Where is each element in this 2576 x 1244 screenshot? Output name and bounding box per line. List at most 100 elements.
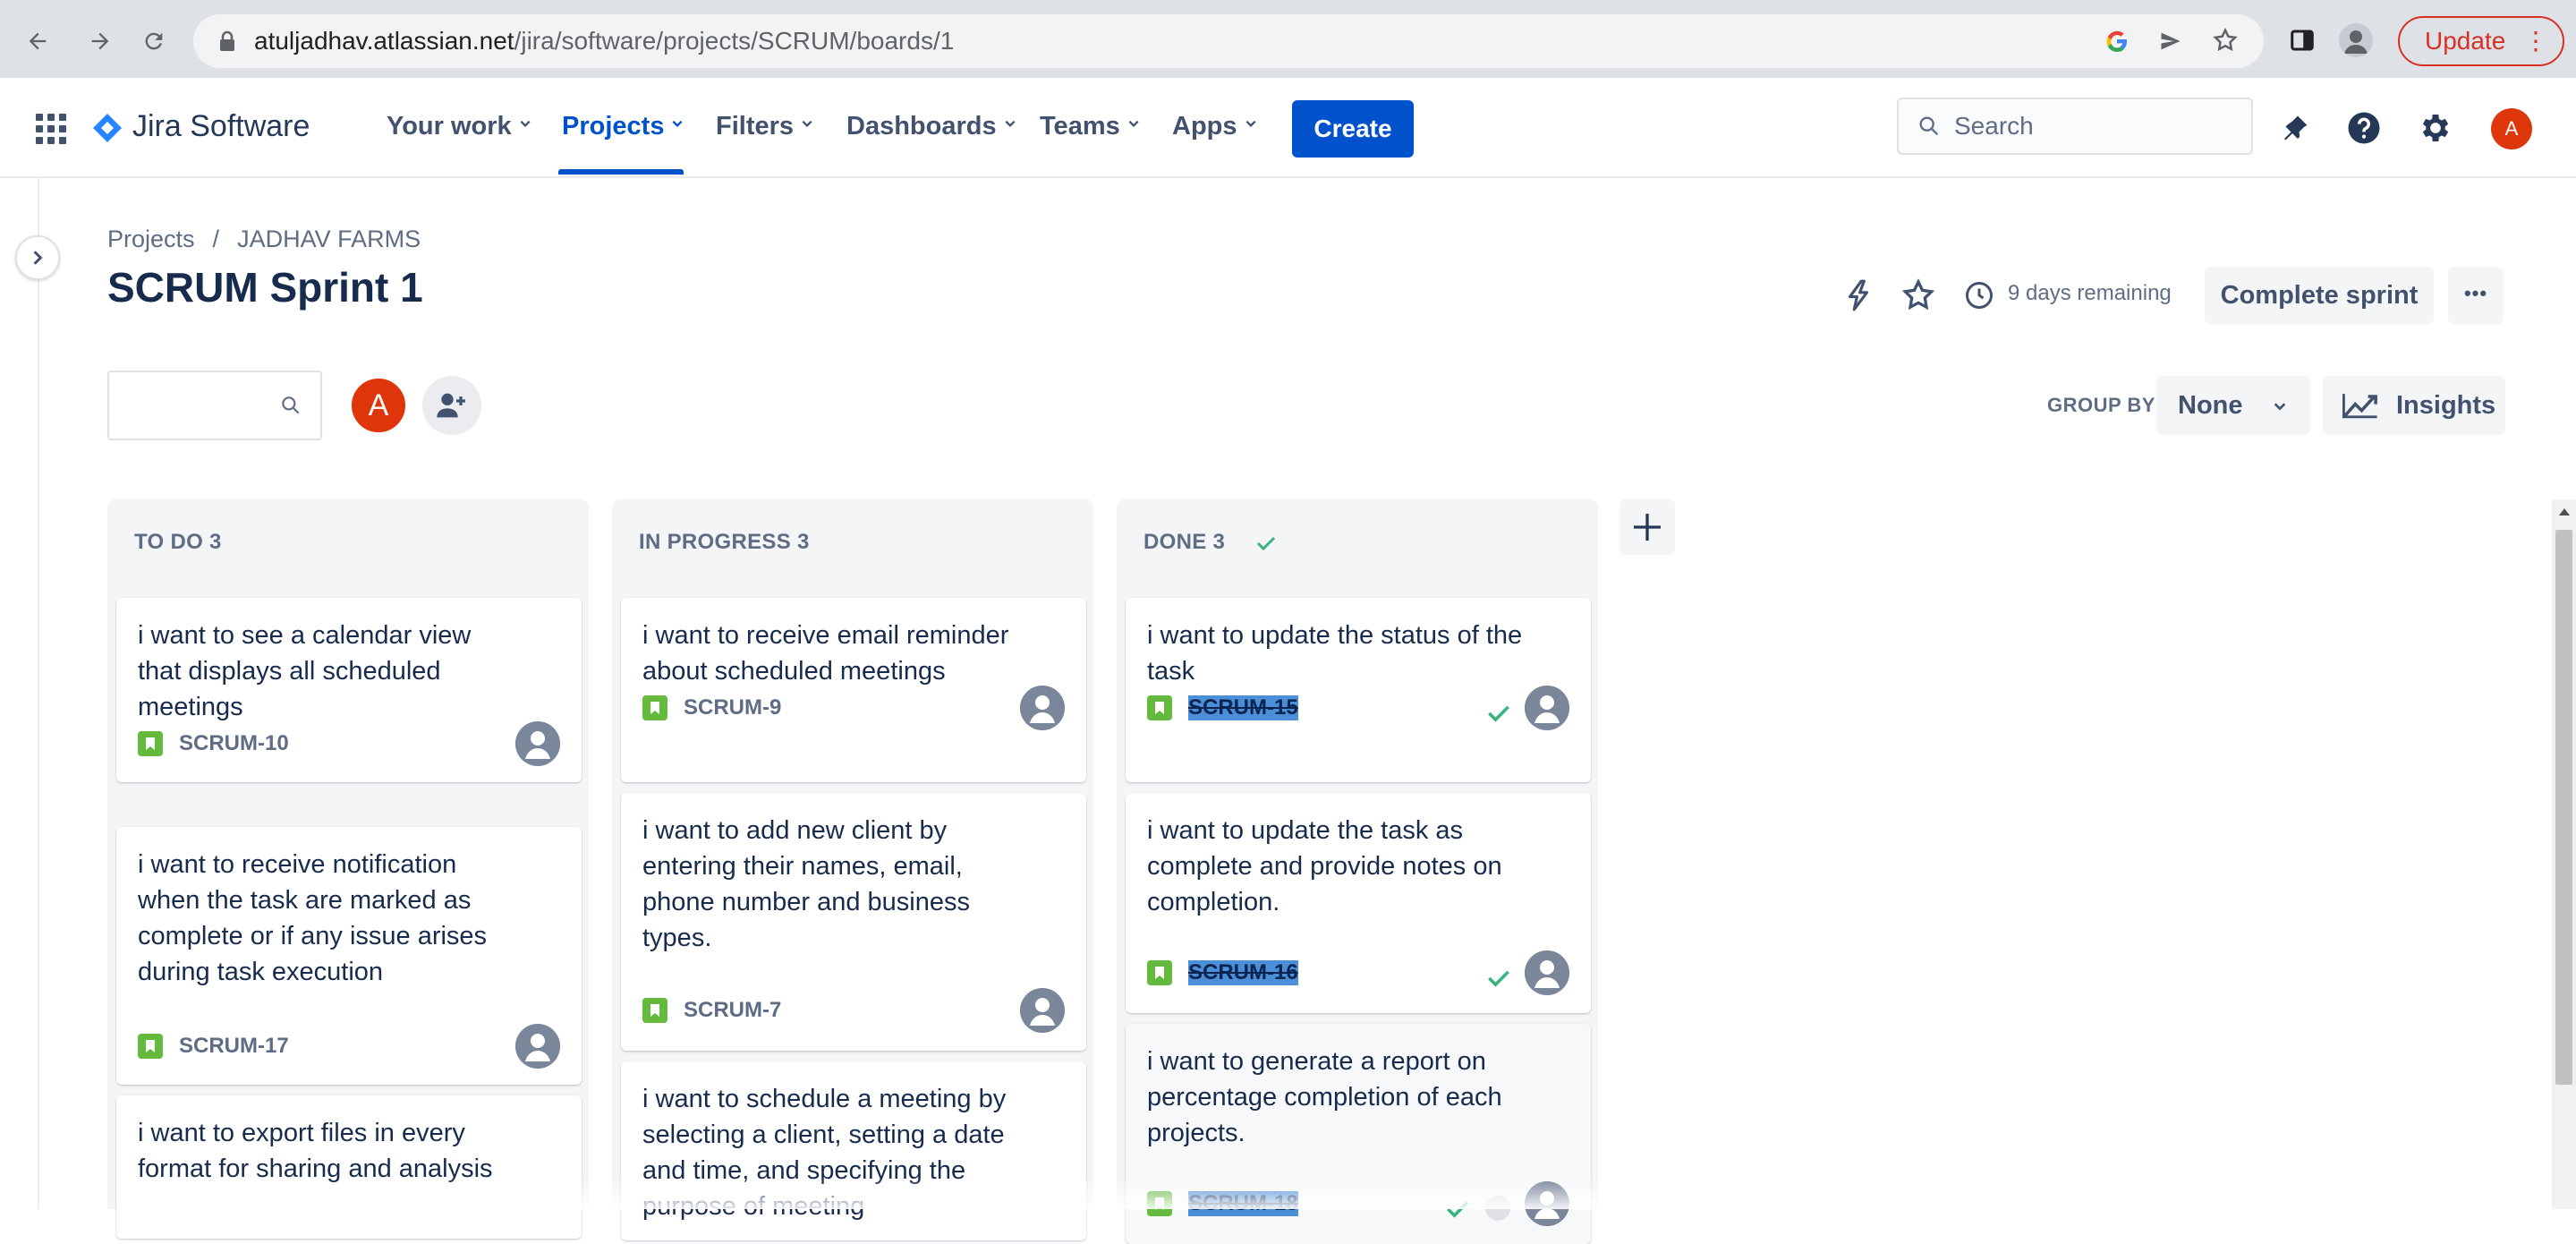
unassigned-avatar[interactable] [1020,686,1065,730]
card-key: SCRUM-15 [1147,693,1298,723]
insights-label: Insights [2396,391,2496,420]
create-button[interactable]: Create [1292,100,1414,158]
issue-key[interactable]: SCRUM-17 [179,1034,289,1059]
board-column-todo: TO DO 3 i want to see a calendar view th… [107,499,589,1239]
add-column-button[interactable] [1620,499,1675,555]
nav-filters[interactable]: Filters [716,78,813,175]
search-icon [1917,114,1942,139]
board-search-input[interactable] [107,371,322,440]
scrollbar-thumb[interactable] [2555,530,2572,1085]
nav-apps-label: Apps [1172,112,1237,141]
board-column-done: DONE 3 i want to update the status of th… [1117,499,1598,1244]
unassigned-avatar[interactable] [515,1024,560,1069]
issue-key[interactable]: SCRUM-16 [1188,960,1298,985]
story-icon [1147,695,1172,720]
card-key: SCRUM-9 [642,693,781,723]
more-icon: ••• [2463,282,2488,304]
issue-key[interactable]: SCRUM-15 [1188,695,1298,720]
top-navigation: Jira Software Your work Projects Filters… [0,78,2576,178]
breadcrumb-projects[interactable]: Projects [107,226,195,252]
column-title: TO DO 3 [134,530,222,554]
google-icon[interactable] [2104,29,2130,54]
group-by-select[interactable]: None [2156,376,2310,435]
page-title: SCRUM Sprint 1 [107,264,423,311]
card-summary: i want to update the status of the task [1147,621,1523,686]
lock-icon [218,30,236,52]
chevron-down-icon [1245,121,1255,128]
nav-your-work[interactable]: Your work [387,78,531,175]
story-icon [138,1034,163,1059]
profile-icon[interactable] [2339,23,2373,57]
bottom-fade [394,1178,2147,1209]
card-summary: i want to generate a report on percentag… [1147,1047,1502,1147]
card-summary: i want to receive email reminder about s… [642,621,1009,686]
product-name[interactable]: Jira Software [132,78,310,175]
user-avatar[interactable]: A [2491,108,2532,149]
complete-sprint-button[interactable]: Complete sprint [2205,267,2434,324]
issue-card[interactable]: i want to export files in every format f… [116,1095,582,1239]
assignee-filter-avatar[interactable]: A [349,376,408,435]
issue-key[interactable]: SCRUM-9 [684,695,781,720]
nav-dashboards[interactable]: Dashboards [846,78,1016,175]
card-key: SCRUM-17 [138,1031,289,1061]
vertical-scrollbar[interactable] [2552,499,2576,1209]
chevron-down-icon [520,121,531,128]
issue-card[interactable]: i want to update the task as complete an… [1126,793,1591,1013]
nav-teams-label: Teams [1040,112,1120,141]
automation-lightning-icon[interactable] [1841,277,1875,313]
card-key: SCRUM-10 [138,729,289,759]
nav-projects-label: Projects [562,112,665,141]
column-title: DONE 3 [1143,530,1276,555]
add-people-button[interactable] [422,376,481,435]
back-arrow-icon[interactable] [14,18,61,64]
kebab-menu-icon: ⋮ [2523,27,2548,55]
forward-arrow-icon[interactable] [77,18,123,64]
breadcrumb-project[interactable]: JADHAV FARMS [237,226,421,252]
issue-card[interactable]: i want to add new client by entering the… [621,793,1086,1051]
nav-teams[interactable]: Teams [1040,78,1140,175]
help-icon[interactable] [2339,103,2389,153]
star-icon[interactable] [1900,277,1936,313]
issue-card[interactable]: i want to update the status of the task … [1126,598,1591,782]
global-search-input[interactable]: Search [1897,98,2253,155]
group-by-value: None [2178,391,2243,420]
story-icon [1147,960,1172,985]
send-icon[interactable] [2158,29,2183,54]
nav-apps[interactable]: Apps [1172,78,1257,175]
settings-gear-icon[interactable] [2410,103,2461,153]
card-summary: i want to receive notification when the … [138,850,488,986]
expand-sidebar-button[interactable] [15,235,60,280]
url-text: atuljadhav.atlassian.net/jira/software/p… [254,27,955,55]
side-panel-icon[interactable] [2289,27,2316,54]
sidebar-divider [38,178,39,1209]
notifications-icon[interactable] [2270,103,2320,153]
bookmark-star-icon[interactable] [2212,27,2239,54]
chevron-down-icon [1128,121,1139,128]
card-key: SCRUM-7 [642,995,781,1026]
nav-projects[interactable]: Projects [562,78,684,175]
column-title: IN PROGRESS 3 [639,530,810,554]
insights-chart-icon [2342,394,2377,419]
issue-card[interactable]: i want to receive email reminder about s… [621,598,1086,782]
scroll-up-arrow-icon[interactable] [2559,508,2570,515]
unassigned-avatar[interactable] [1525,950,1569,995]
chevron-down-icon [802,121,812,128]
unassigned-avatar[interactable] [1525,686,1569,730]
issue-card[interactable]: i want to schedule a meeting by selectin… [621,1061,1086,1240]
unassigned-avatar[interactable] [515,721,560,766]
update-button[interactable]: Update ⋮ [2398,16,2564,66]
issue-card[interactable]: i want to see a calendar view that displ… [116,598,582,782]
issue-card[interactable]: i want to generate a report on percentag… [1126,1024,1591,1244]
unassigned-avatar[interactable] [1020,988,1065,1033]
jira-logo-icon[interactable] [91,112,123,144]
issue-key[interactable]: SCRUM-7 [684,998,781,1023]
app-switcher-icon[interactable] [36,114,66,144]
more-actions-button[interactable]: ••• [2448,267,2504,324]
address-bar[interactable]: atuljadhav.atlassian.net/jira/software/p… [193,14,2264,68]
reload-icon[interactable] [131,18,177,64]
chevron-down-icon [672,121,683,128]
issue-key[interactable]: SCRUM-10 [179,731,289,756]
chevron-right-icon [33,251,43,265]
issue-card[interactable]: i want to receive notification when the … [116,827,582,1085]
insights-button[interactable]: Insights [2323,376,2505,435]
